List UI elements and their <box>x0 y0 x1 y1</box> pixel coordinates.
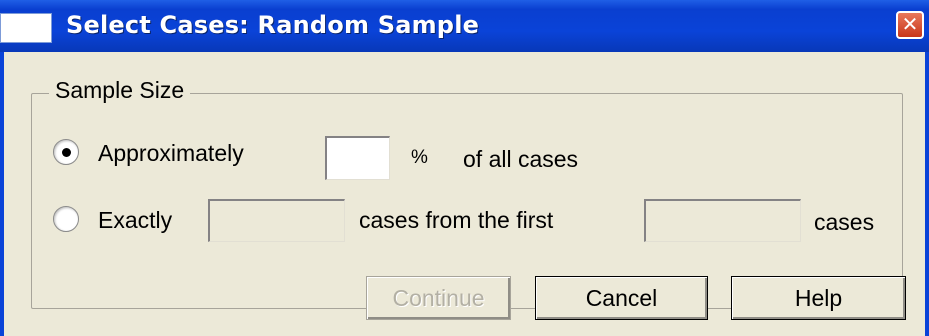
sample-size-label: Sample Size <box>49 77 191 104</box>
close-button[interactable]: ✕ <box>896 11 924 39</box>
continue-button[interactable]: Continue <box>366 276 511 320</box>
exactly-label: Exactly <box>98 207 173 233</box>
cases-label: cases <box>814 209 875 235</box>
help-button[interactable]: Help <box>731 276 906 320</box>
approximately-label: Approximately <box>98 140 244 166</box>
of-all-cases-label: of all cases <box>463 146 579 172</box>
approximately-radio[interactable] <box>53 139 79 165</box>
title-bar: Select Cases: Random Sample ✕ <box>0 0 929 52</box>
window-title: Select Cases: Random Sample <box>66 11 480 39</box>
window-icon <box>0 13 52 43</box>
first-cases-input[interactable] <box>644 199 801 242</box>
radio-selected-dot <box>62 148 71 157</box>
cases-from-first-label: cases from the first <box>359 207 554 233</box>
dialog-body: Sample Size Approximately % of all cases… <box>0 52 929 336</box>
cancel-button[interactable]: Cancel <box>535 276 708 320</box>
percent-input[interactable] <box>325 136 390 180</box>
percent-unit: % <box>411 147 428 168</box>
exactly-radio[interactable] <box>53 206 79 232</box>
exact-cases-input[interactable] <box>208 199 345 242</box>
